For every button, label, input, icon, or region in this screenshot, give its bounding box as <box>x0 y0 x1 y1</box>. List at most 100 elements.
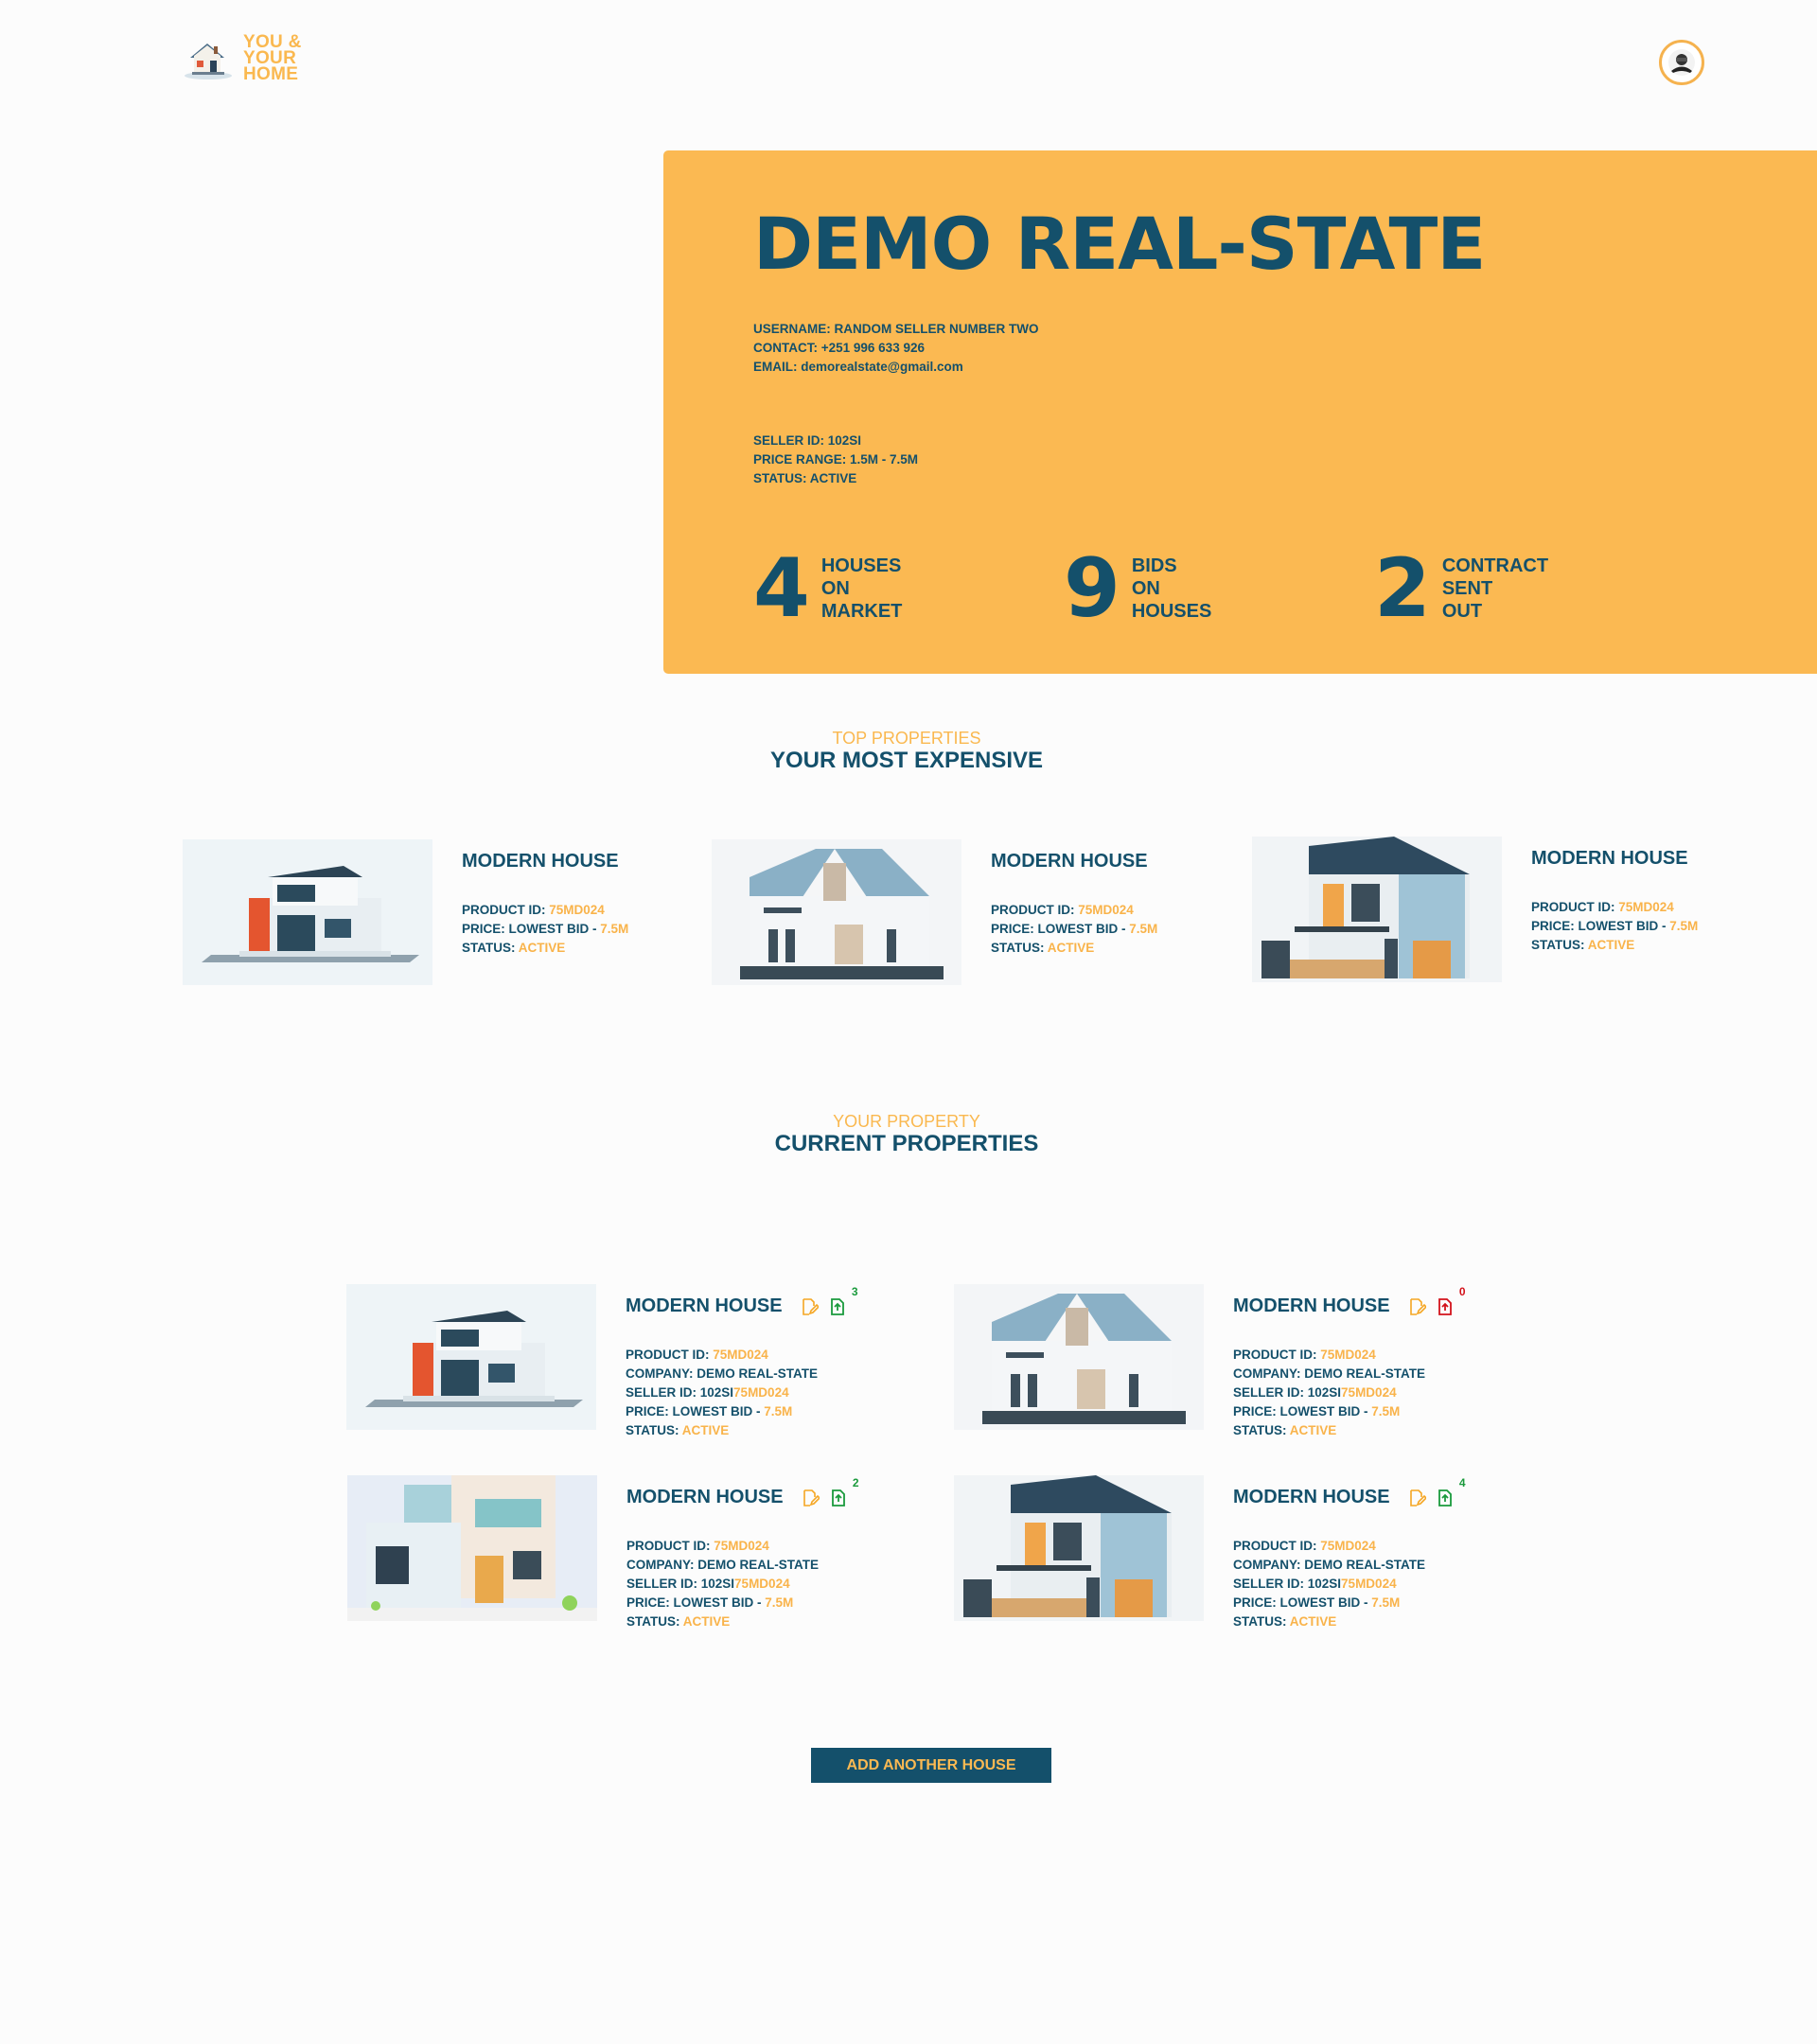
edit-icon[interactable] <box>801 1489 820 1507</box>
page: YOU & YOUR HOME DEMO REAL-STATE USERNAME… <box>0 0 1817 2044</box>
house-title[interactable]: MODERN HOUSE <box>1531 848 1688 870</box>
price-label: PRICE: LOWEST BID - <box>626 1404 765 1418</box>
house-title[interactable]: MODERN HOUSE <box>626 1487 784 1508</box>
price-value: 7.5M <box>764 1404 793 1418</box>
seller-id-label: SELLER ID: 102SI <box>626 1385 734 1400</box>
stat-label-line: ON <box>820 578 850 599</box>
house-title[interactable]: MODERN HOUSE <box>1233 1487 1390 1508</box>
seller-id-line: SELLER ID: 102SI75MD024 <box>1233 1383 1455 1402</box>
product-id-label: PRODUCT ID: <box>462 903 550 917</box>
price-label: PRICE: LOWEST BID - <box>991 922 1130 936</box>
brand-logo[interactable]: YOU & YOUR HOME <box>183 33 302 83</box>
price-label: PRICE: LOWEST BID - <box>626 1595 766 1610</box>
house-image[interactable] <box>712 839 961 985</box>
edit-icon[interactable] <box>1407 1297 1427 1316</box>
house-image[interactable] <box>1252 837 1502 982</box>
card-title-row: MODERN HOUSE <box>991 851 1157 872</box>
top-property-card[interactable]: MODERN HOUSE PRODUCT ID: 75MD024 PRICE: … <box>712 839 1157 985</box>
seller-id-suffix: 75MD024 <box>734 1577 790 1591</box>
profile-avatar-button[interactable] <box>1659 40 1704 85</box>
house-image[interactable] <box>346 1284 596 1430</box>
stat-houses-on-market: 4 HOUSES ON MARKET <box>753 541 903 636</box>
status-line: STATUS: ACTIVE <box>991 939 1157 958</box>
edit-icon[interactable] <box>1407 1489 1427 1507</box>
house-title[interactable]: MODERN HOUSE <box>991 851 1148 872</box>
house-title[interactable]: MODERN HOUSE <box>1233 1295 1390 1317</box>
status-label: STATUS: <box>1531 938 1588 952</box>
current-property-card[interactable]: MODERN HOUSE 2 PRODUCT ID: 75MD024 COMPA… <box>347 1475 859 1631</box>
house-image[interactable] <box>954 1475 1204 1621</box>
seller-id-line: SELLER ID: 102SI75MD024 <box>626 1575 848 1594</box>
status-line: STATUS: ACTIVE <box>753 471 857 485</box>
top-properties-heading: TOP PROPERTIES YOUR MOST EXPENSIVE <box>0 729 1813 774</box>
card-title-row: MODERN HOUSE 2 <box>626 1476 859 1508</box>
card-actions: 0 <box>1407 1285 1466 1316</box>
house-image[interactable] <box>347 1475 597 1621</box>
house-illustration <box>183 839 432 985</box>
price-value: 7.5M <box>1371 1595 1401 1610</box>
product-id-value: 75MD024 <box>714 1539 769 1553</box>
status-value: ACTIVE <box>682 1614 731 1629</box>
price-label: PRICE: LOWEST BID - <box>462 922 601 936</box>
status-label: STATUS: <box>1233 1423 1290 1437</box>
seller-profile-banner: DEMO REAL-STATE USERNAME: RANDOM SELLER … <box>663 150 1817 674</box>
current-property-card[interactable]: MODERN HOUSE 0 PRODUCT ID: 75MD024 COMPA… <box>954 1284 1466 1440</box>
status-value: ACTIVE <box>681 1423 730 1437</box>
card-info: PRODUCT ID: 75MD024 COMPANY: DEMO REAL-S… <box>1233 1537 1455 1631</box>
status-label: STATUS: <box>462 941 519 955</box>
price-value: 7.5M <box>600 922 629 936</box>
top-property-card[interactable]: MODERN HOUSE PRODUCT ID: 75MD024 PRICE: … <box>183 839 628 985</box>
status-label: STATUS: <box>626 1423 682 1437</box>
card-actions: 2 <box>801 1476 859 1507</box>
stat-label: CONTRACT SENT OUT <box>1442 555 1548 623</box>
status-value: ACTIVE <box>1289 1614 1337 1629</box>
seller-id-line: SELLER ID: 102SI <box>753 433 862 448</box>
top-property-card[interactable]: MODERN HOUSE PRODUCT ID: 75MD024 PRICE: … <box>1252 837 1698 982</box>
card-title-row: MODERN HOUSE 3 <box>626 1285 858 1317</box>
card-info: PRODUCT ID: 75MD024 PRICE: LOWEST BID - … <box>1531 898 1698 955</box>
contract-file-icon[interactable]: 2 <box>829 1476 859 1507</box>
contract-file-icon[interactable]: 4 <box>1436 1476 1466 1507</box>
company-line: COMPANY: DEMO REAL-STATE <box>626 1366 818 1381</box>
contract-file-icon[interactable]: 0 <box>1436 1285 1466 1316</box>
brand-name: YOU & YOUR HOME <box>243 33 302 83</box>
card-info: PRODUCT ID: 75MD024 COMPANY: DEMO REAL-S… <box>626 1537 848 1631</box>
company-line: COMPANY: DEMO REAL-STATE <box>1233 1366 1425 1381</box>
stat-label-line: MARKET <box>820 601 903 622</box>
card-title-row: MODERN HOUSE 0 <box>1233 1285 1466 1317</box>
card-info: PRODUCT ID: 75MD024 PRICE: LOWEST BID - … <box>991 901 1157 958</box>
product-id-line: PRODUCT ID: 75MD024 <box>626 1537 848 1556</box>
card-actions: 3 <box>800 1285 858 1316</box>
add-house-button[interactable]: ADD ANOTHER HOUSE <box>811 1748 1051 1783</box>
edit-icon[interactable] <box>800 1297 820 1316</box>
house-illustration <box>954 1284 1204 1430</box>
product-id-label: PRODUCT ID: <box>991 903 1079 917</box>
house-title[interactable]: MODERN HOUSE <box>626 1295 783 1317</box>
house-image[interactable] <box>954 1284 1204 1430</box>
card-details: MODERN HOUSE PRODUCT ID: 75MD024 PRICE: … <box>1531 837 1698 982</box>
price-value: 7.5M <box>765 1595 794 1610</box>
contract-file-icon[interactable]: 3 <box>828 1285 858 1316</box>
price-line: PRICE: LOWEST BID - 7.5M <box>991 920 1157 939</box>
product-id-value: 75MD024 <box>1320 1539 1376 1553</box>
stat-label-line: ON <box>1131 578 1160 599</box>
username-line: USERNAME: RANDOM SELLER NUMBER TWO <box>753 322 1039 336</box>
current-property-card[interactable]: MODERN HOUSE 4 PRODUCT ID: 75MD024 COMPA… <box>954 1475 1466 1631</box>
card-details: MODERN HOUSE 4 PRODUCT ID: 75MD024 COMPA… <box>1233 1475 1466 1631</box>
user-avatar-icon <box>1668 49 1695 76</box>
contact-info: USERNAME: RANDOM SELLER NUMBER TWO CONTA… <box>753 320 1039 377</box>
product-id-value: 75MD024 <box>1078 903 1134 917</box>
seller-id-suffix: 75MD024 <box>733 1385 789 1400</box>
house-title[interactable]: MODERN HOUSE <box>462 851 619 872</box>
product-id-value: 75MD024 <box>1320 1348 1376 1362</box>
stat-number: 4 <box>753 541 810 636</box>
product-id-value: 75MD024 <box>549 903 605 917</box>
current-property-card[interactable]: MODERN HOUSE 3 PRODUCT ID: 75MD024 COMPA… <box>346 1284 858 1440</box>
price-range-line: PRICE RANGE: 1.5M - 7.5M <box>753 452 919 467</box>
house-image[interactable] <box>183 839 432 985</box>
status-label: STATUS: <box>991 941 1048 955</box>
stat-contracts-sent: 2 CONTRACT SENT OUT <box>1374 548 1548 629</box>
seller-id-line: SELLER ID: 102SI75MD024 <box>626 1383 847 1402</box>
product-id-line: PRODUCT ID: 75MD024 <box>991 901 1157 920</box>
status-line: STATUS: ACTIVE <box>1531 936 1698 955</box>
